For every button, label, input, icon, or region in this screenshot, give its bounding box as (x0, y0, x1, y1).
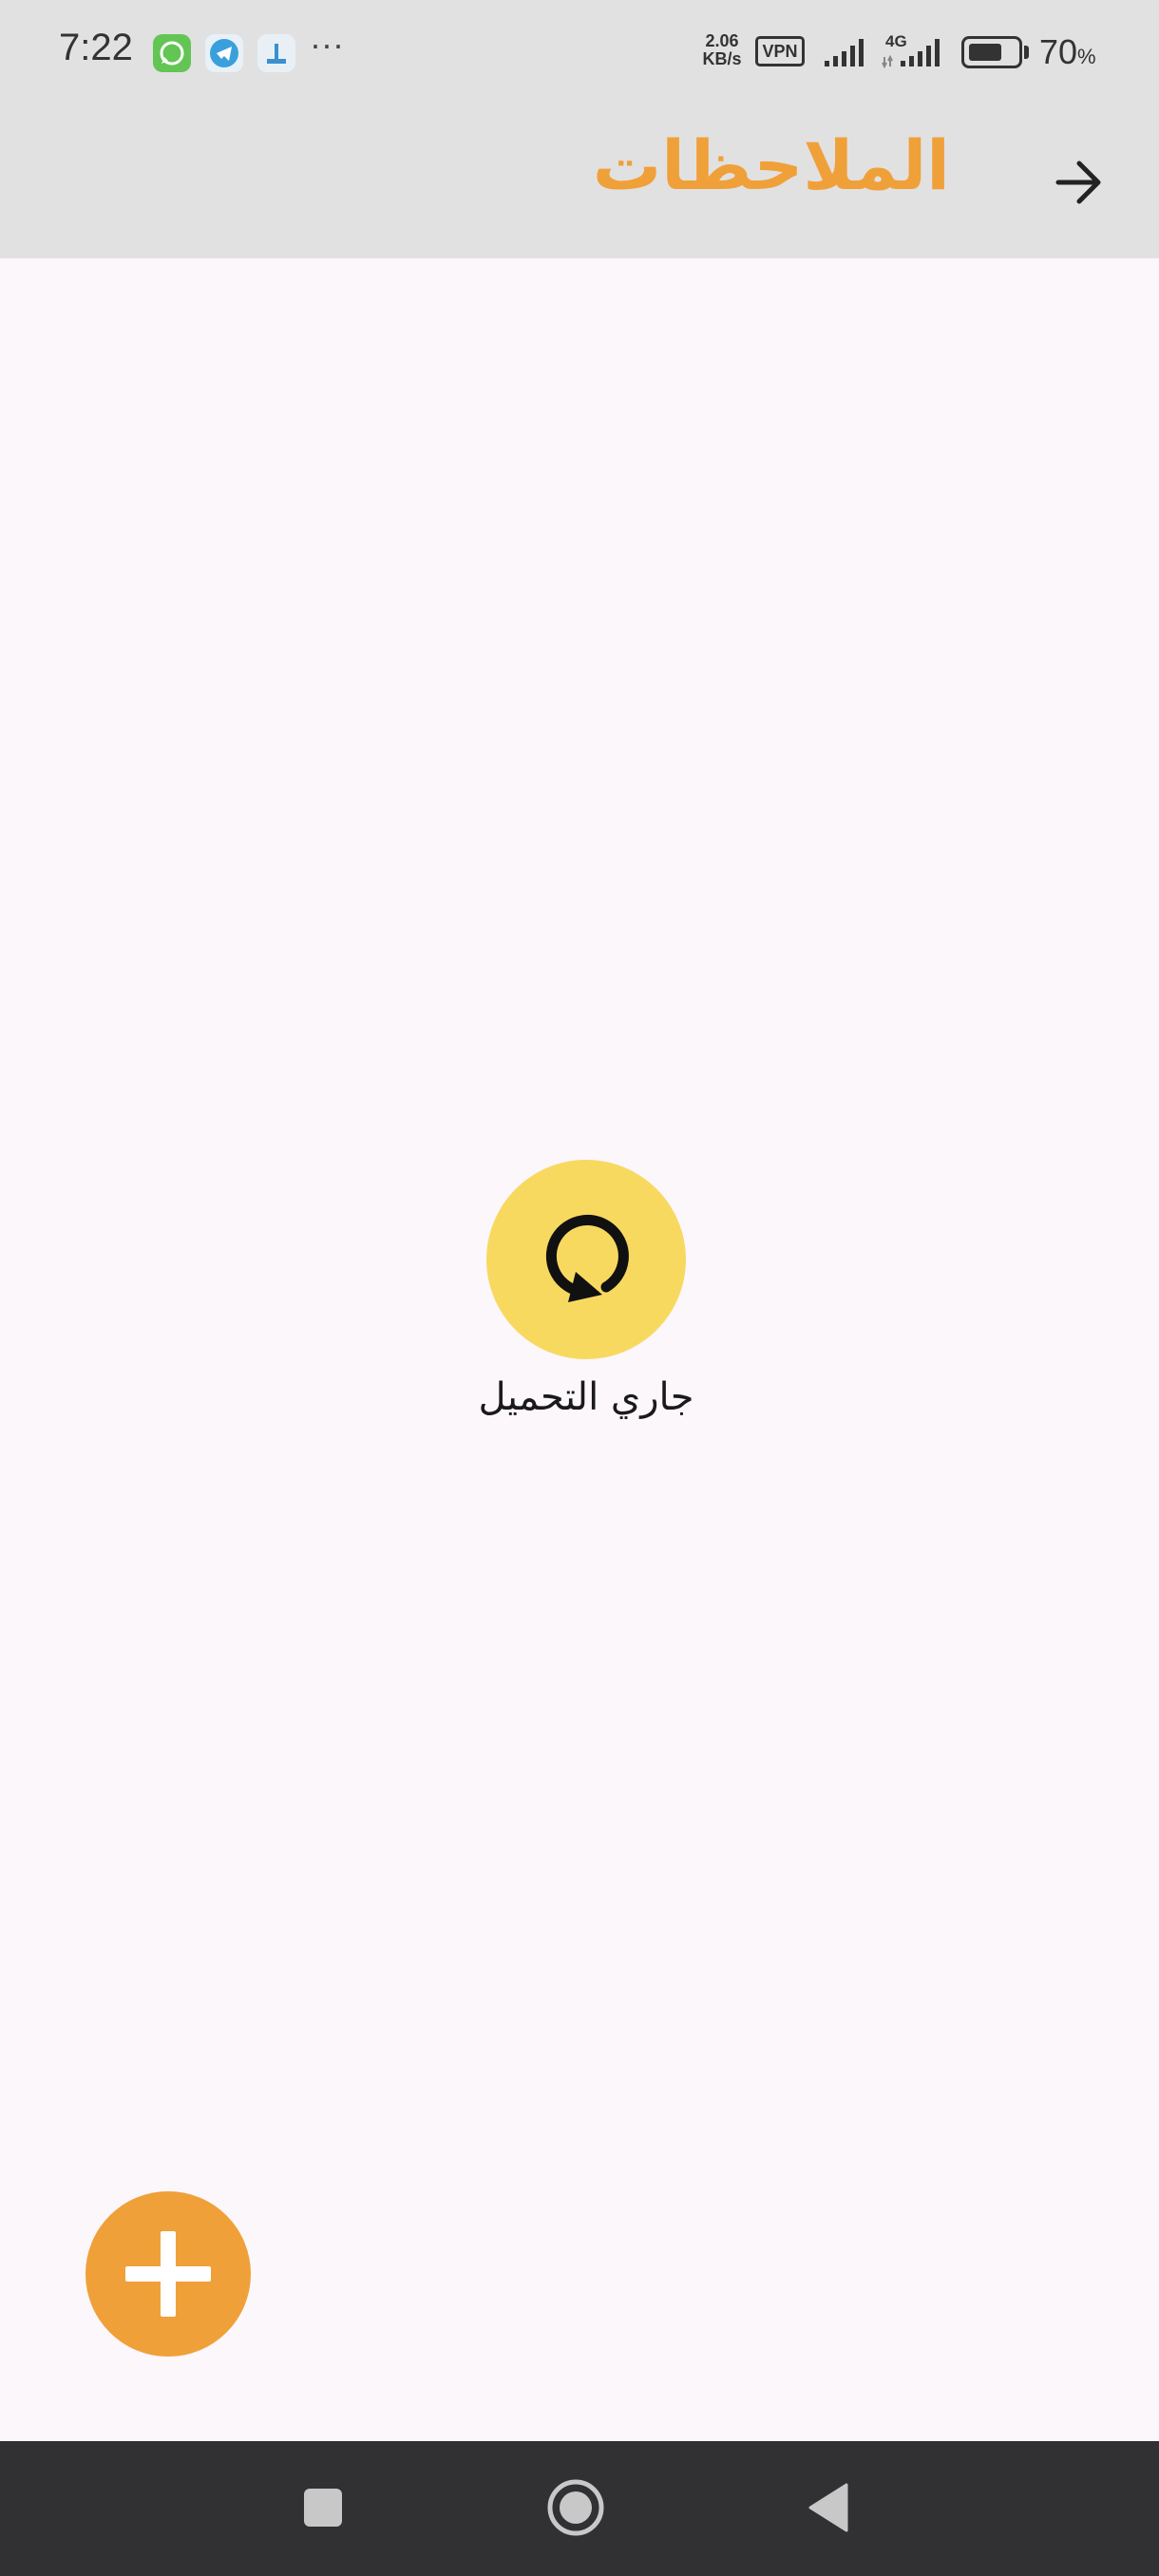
page-title: الملاحظات (592, 125, 950, 205)
battery-level-value: 70 (1039, 32, 1078, 71)
back-triangle-icon (808, 2483, 848, 2532)
loading-label: جاري التحميل (478, 1375, 694, 1419)
add-note-button[interactable] (86, 2191, 251, 2357)
telegram-icon (205, 34, 243, 72)
status-time: 7:22 (59, 27, 133, 68)
network-speed: 2.06 KB/s (696, 32, 748, 68)
battery-level-unit: % (1077, 45, 1096, 68)
app-notification-icon (257, 34, 295, 72)
network-speed-value: 2.06 (705, 31, 739, 50)
home-icon (547, 2479, 604, 2536)
battery-level: 70% (1039, 32, 1096, 72)
more-notifications-icon: ··· (310, 25, 344, 64)
app-bar: الملاحظات (0, 106, 1159, 258)
status-bar: 7:22 ··· 2.06 KB/s VPN 4G 70% (0, 0, 1159, 106)
whatsapp-icon (153, 34, 191, 72)
signal-strength-icon (823, 36, 870, 72)
battery-fill (969, 44, 1001, 61)
back-button[interactable] (1045, 148, 1113, 217)
battery-tip (1024, 46, 1029, 59)
signal-strength-icon-sim2 (882, 36, 948, 72)
battery-icon (961, 36, 1022, 68)
system-nav-bar (0, 2441, 1159, 2576)
loading-indicator (486, 1160, 686, 1359)
recents-button[interactable] (285, 2470, 361, 2546)
network-speed-unit: KB/s (702, 49, 742, 68)
notes-screen: 7:22 ··· 2.06 KB/s VPN 4G 70% الملاحظات … (0, 0, 1159, 2576)
recents-icon (304, 2489, 342, 2527)
vpn-badge: VPN (755, 36, 805, 66)
home-button[interactable] (538, 2470, 614, 2546)
arrow-right-icon (1055, 161, 1101, 204)
system-back-button[interactable] (790, 2470, 866, 2546)
refresh-icon (545, 1215, 629, 1302)
plus-icon (125, 2231, 211, 2317)
